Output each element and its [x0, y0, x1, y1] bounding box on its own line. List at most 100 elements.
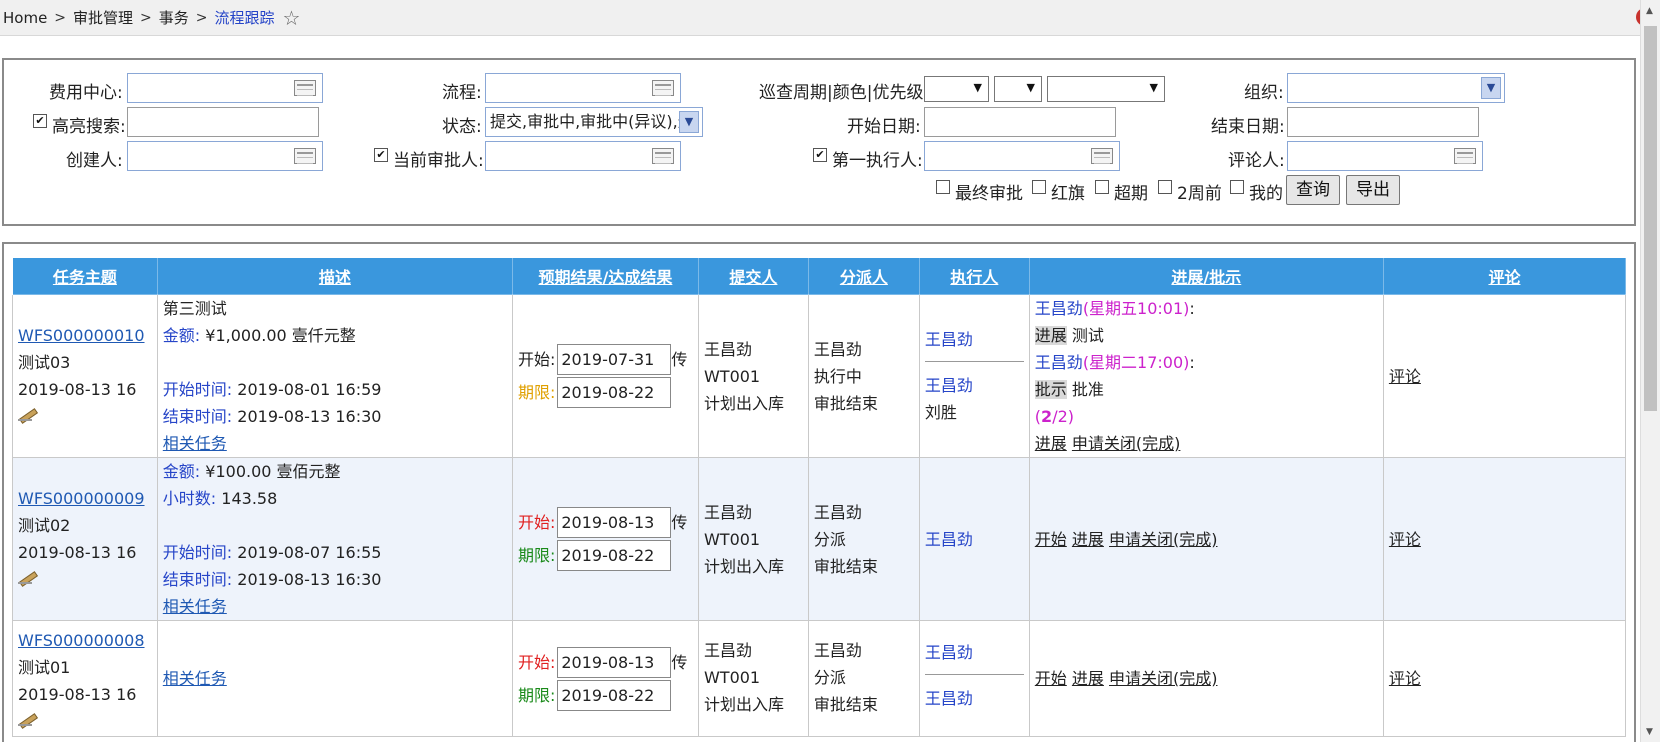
trail-marker: 传	[671, 350, 688, 369]
export-button[interactable]: 导出	[1346, 175, 1400, 205]
highlight-search-input[interactable]	[127, 107, 319, 137]
vertical-scrollbar[interactable]: ▲ ▼	[1640, 0, 1660, 742]
task-name: 测试02	[18, 516, 71, 535]
picker-icon[interactable]	[294, 148, 316, 164]
hours-label: 小时数:	[162, 489, 217, 508]
start-time-value: 2019-08-07 16:55	[232, 543, 382, 562]
favorite-star-icon[interactable]: ☆	[283, 8, 301, 28]
chevron-down-icon[interactable]: ▼	[1481, 77, 1501, 99]
task-id-link[interactable]: WFS000000008	[18, 631, 145, 650]
breadcrumb-affairs[interactable]: 事务	[159, 7, 189, 28]
plan-due-input[interactable]: 2019-08-22	[557, 540, 672, 571]
executor-name[interactable]: 王昌劲	[925, 526, 1024, 553]
end-time-value: 2019-08-13 16:30	[232, 570, 382, 589]
current-approver-checkbox[interactable]: ✔	[374, 148, 388, 162]
period-select[interactable]: ▼	[924, 76, 989, 102]
overdue-checkbox[interactable]	[1095, 180, 1109, 194]
scroll-down-icon[interactable]: ▼	[1646, 727, 1653, 737]
col-header-result[interactable]: 预期结果/达成结果	[511, 257, 699, 295]
end-date-input[interactable]	[1287, 107, 1479, 137]
plan-due-label: 期限:	[517, 685, 556, 705]
comment-link[interactable]: 评论	[1389, 669, 1421, 688]
picker-icon[interactable]	[1454, 148, 1476, 164]
process-input[interactable]	[485, 73, 681, 103]
start-action-link[interactable]: 开始	[1035, 530, 1067, 549]
highlight-search-checkbox[interactable]: ✔	[33, 114, 47, 128]
creator-input[interactable]	[127, 141, 323, 171]
picker-icon[interactable]	[294, 80, 316, 96]
task-grid: 任务主题 描述 预期结果/达成结果 提交人 分派人 执行人 进展/批示 评论 W…	[2, 242, 1636, 742]
executor-name[interactable]: 王昌劲	[925, 372, 1024, 399]
instruction-tag: 批示	[1034, 380, 1067, 399]
comment-link[interactable]: 评论	[1389, 367, 1421, 386]
subject-cell: WFS000000008 测试01 2019-08-13 16	[12, 620, 158, 737]
progress-count[interactable]: (2/2)	[1035, 403, 1378, 430]
first-executor-input[interactable]	[924, 141, 1120, 171]
cost-center-input[interactable]	[127, 73, 323, 103]
final-approval-checkbox[interactable]	[936, 180, 950, 194]
edit-pencil-icon[interactable]	[18, 569, 36, 585]
color-select[interactable]: ▼	[994, 76, 1042, 102]
close-request-link[interactable]: 申请关闭(完成)	[1109, 669, 1218, 688]
plan-start-input[interactable]: 2019-08-13	[557, 507, 672, 538]
breadcrumb-approval[interactable]: 审批管理	[73, 7, 133, 28]
related-tasks-link[interactable]: 相关任务	[163, 434, 227, 453]
start-date-input[interactable]	[924, 107, 1116, 137]
executor-name[interactable]: 王昌劲	[925, 639, 1024, 666]
start-time-value: 2019-08-01 16:59	[232, 380, 382, 399]
org-select[interactable]: ▼	[1287, 73, 1505, 103]
executor-name[interactable]: 王昌劲	[925, 685, 1024, 712]
progress-text: 测试	[1066, 326, 1104, 345]
col-header-desc[interactable]: 描述	[156, 257, 513, 295]
progress-action-link[interactable]: 进展	[1072, 530, 1104, 549]
assigner-status: 审批结束	[813, 695, 878, 714]
close-request-link[interactable]: 申请关闭(完成)	[1072, 434, 1181, 453]
task-id-link[interactable]: WFS000000010	[18, 326, 145, 345]
result-cell: 开始: 2019-08-13 传 期限: 2019-08-22	[511, 620, 699, 737]
mine-checkbox[interactable]	[1230, 180, 1244, 194]
subject-cell: WFS000000009 测试02 2019-08-13 16	[12, 457, 158, 621]
scrollbar-thumb[interactable]	[1644, 26, 1657, 411]
comment-link[interactable]: 评论	[1389, 530, 1421, 549]
submitter-cell: 王昌劲 WT001 计划出入库	[697, 457, 809, 621]
commenter-input[interactable]	[1287, 141, 1483, 171]
first-executor-label: 第一执行人:	[832, 151, 923, 171]
plan-start-input[interactable]: 2019-08-13	[557, 646, 672, 678]
col-header-executor[interactable]: 执行人	[918, 257, 1030, 295]
priority-select[interactable]: ▼	[1047, 76, 1165, 102]
plan-due-input[interactable]: 2019-08-22	[557, 377, 672, 408]
close-request-link[interactable]: 申请关闭(完成)	[1109, 530, 1218, 549]
current-approver-input[interactable]	[485, 141, 681, 171]
red-flag-checkbox[interactable]	[1032, 180, 1046, 194]
col-header-submitter[interactable]: 提交人	[697, 257, 809, 295]
col-header-progress[interactable]: 进展/批示	[1028, 257, 1384, 295]
hours-value: 143.58	[216, 489, 278, 508]
breadcrumb-home[interactable]: Home	[3, 9, 47, 27]
edit-pencil-icon[interactable]	[18, 711, 36, 727]
col-header-comment[interactable]: 评论	[1382, 257, 1627, 295]
col-header-assigner[interactable]: 分派人	[807, 257, 920, 295]
first-executor-checkbox[interactable]: ✔	[813, 148, 827, 162]
plan-start-label: 开始:	[517, 350, 556, 369]
picker-icon[interactable]	[652, 148, 674, 164]
query-button[interactable]: 查询	[1286, 175, 1340, 205]
progress-action-link[interactable]: 进展	[1035, 434, 1067, 453]
executor-name[interactable]: 王昌劲	[925, 326, 1024, 353]
col-header-subject[interactable]: 任务主题	[12, 257, 158, 295]
submitter-name: 王昌劲	[703, 641, 752, 660]
related-tasks-link[interactable]: 相关任务	[163, 669, 227, 688]
plan-due-input[interactable]: 2019-08-22	[557, 679, 672, 711]
scroll-up-icon[interactable]: ▲	[1646, 6, 1653, 16]
picker-icon[interactable]	[1091, 148, 1113, 164]
status-select[interactable]: 提交,审批中,审批中(异议),退 ▼	[485, 107, 703, 137]
plan-start-input[interactable]: 2019-07-31	[557, 344, 672, 375]
chevron-down-icon[interactable]: ▼	[679, 111, 699, 133]
start-action-link[interactable]: 开始	[1035, 669, 1067, 688]
related-tasks-link[interactable]: 相关任务	[163, 597, 227, 616]
desc-title: 第三测试	[162, 299, 227, 318]
two-weeks-checkbox[interactable]	[1158, 180, 1172, 194]
progress-action-link[interactable]: 进展	[1072, 669, 1104, 688]
task-id-link[interactable]: WFS000000009	[18, 489, 145, 508]
picker-icon[interactable]	[652, 80, 674, 96]
edit-pencil-icon[interactable]	[18, 406, 36, 422]
